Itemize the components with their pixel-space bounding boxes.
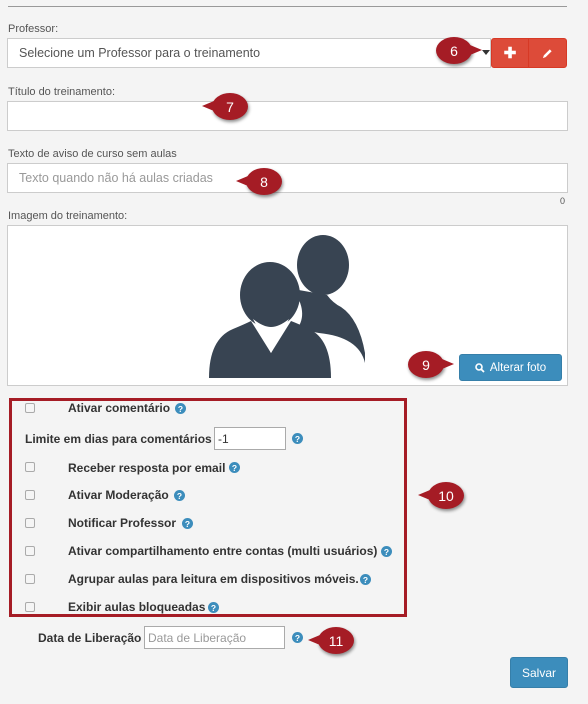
callout-11: 11 — [308, 627, 354, 654]
data-liberacao-input[interactable]: Data de Liberação — [144, 626, 285, 649]
ativar-comentario-checkbox[interactable] — [25, 403, 35, 413]
exibir-bloqueadas-label: Exibir aulas bloqueadas — [68, 600, 206, 614]
callout-7: 7 — [202, 93, 248, 120]
notificar-professor-label: Notificar Professor — [68, 516, 177, 530]
ativar-moderacao-label: Ativar Moderação — [68, 488, 169, 502]
exibir-bloqueadas-checkbox[interactable] — [25, 602, 35, 612]
limite-dias-label: Limite em dias para comentários — [25, 432, 212, 446]
data-liberacao-label: Data de Liberação — [38, 631, 142, 645]
help-icon[interactable]: ? — [174, 490, 185, 501]
alterar-foto-button[interactable]: Alterar foto — [459, 354, 562, 381]
help-icon[interactable]: ? — [175, 403, 186, 414]
titulo-input[interactable] — [7, 101, 568, 131]
help-icon[interactable]: ? — [381, 546, 392, 557]
help-icon[interactable]: ? — [360, 574, 371, 585]
search-icon — [475, 362, 485, 373]
help-icon[interactable]: ? — [229, 462, 240, 473]
top-divider — [8, 6, 567, 7]
alterar-foto-label: Alterar foto — [489, 361, 547, 374]
save-button[interactable]: Salvar — [510, 657, 568, 688]
pencil-icon — [542, 48, 552, 58]
users-placeholder-icon — [209, 235, 365, 378]
help-icon[interactable]: ? — [292, 433, 303, 444]
professor-label: Professor: — [8, 23, 59, 35]
aviso-label: Texto de aviso de curso sem aulas — [8, 148, 177, 160]
agrupar-aulas-checkbox[interactable] — [25, 574, 35, 584]
aviso-input[interactable]: Texto quando não há aulas criadas — [7, 163, 568, 193]
callout-6: 6 — [436, 37, 482, 64]
titulo-label: Título do treinamento: — [8, 86, 116, 98]
aviso-char-counter: 0 — [560, 196, 566, 206]
help-icon[interactable]: ? — [182, 518, 193, 529]
ativar-compartilhamento-checkbox[interactable] — [25, 546, 35, 556]
callout-9: 9 — [408, 351, 454, 378]
ativar-moderacao-checkbox[interactable] — [25, 490, 35, 500]
chevron-down-icon — [482, 50, 490, 55]
notificar-professor-checkbox[interactable] — [25, 518, 35, 528]
callout-8: 8 — [236, 168, 282, 195]
ativar-comentario-label: Ativar comentário — [68, 401, 171, 415]
aviso-placeholder: Texto quando não há aulas criadas — [19, 171, 213, 185]
callout-10: 10 — [418, 482, 464, 509]
imagem-label: Imagem do treinamento: — [8, 210, 128, 222]
receber-resposta-checkbox[interactable] — [25, 462, 35, 472]
professor-select-value: Selecione um Professor para o treinament… — [19, 46, 261, 60]
plus-icon: ✚ — [503, 45, 517, 62]
limite-dias-input[interactable]: -1 — [214, 427, 286, 450]
add-professor-button[interactable]: ✚ — [491, 38, 529, 68]
receber-resposta-label: Receber resposta por email — [68, 461, 226, 475]
edit-professor-button[interactable] — [528, 38, 567, 68]
help-icon[interactable]: ? — [292, 632, 303, 643]
agrupar-aulas-label: Agrupar aulas para leitura em dispositiv… — [68, 572, 359, 586]
ativar-compartilhamento-label: Ativar compartilhamento entre contas (mu… — [68, 544, 378, 558]
help-icon[interactable]: ? — [208, 602, 219, 613]
professor-select[interactable]: Selecione um Professor para o treinament… — [7, 38, 491, 68]
